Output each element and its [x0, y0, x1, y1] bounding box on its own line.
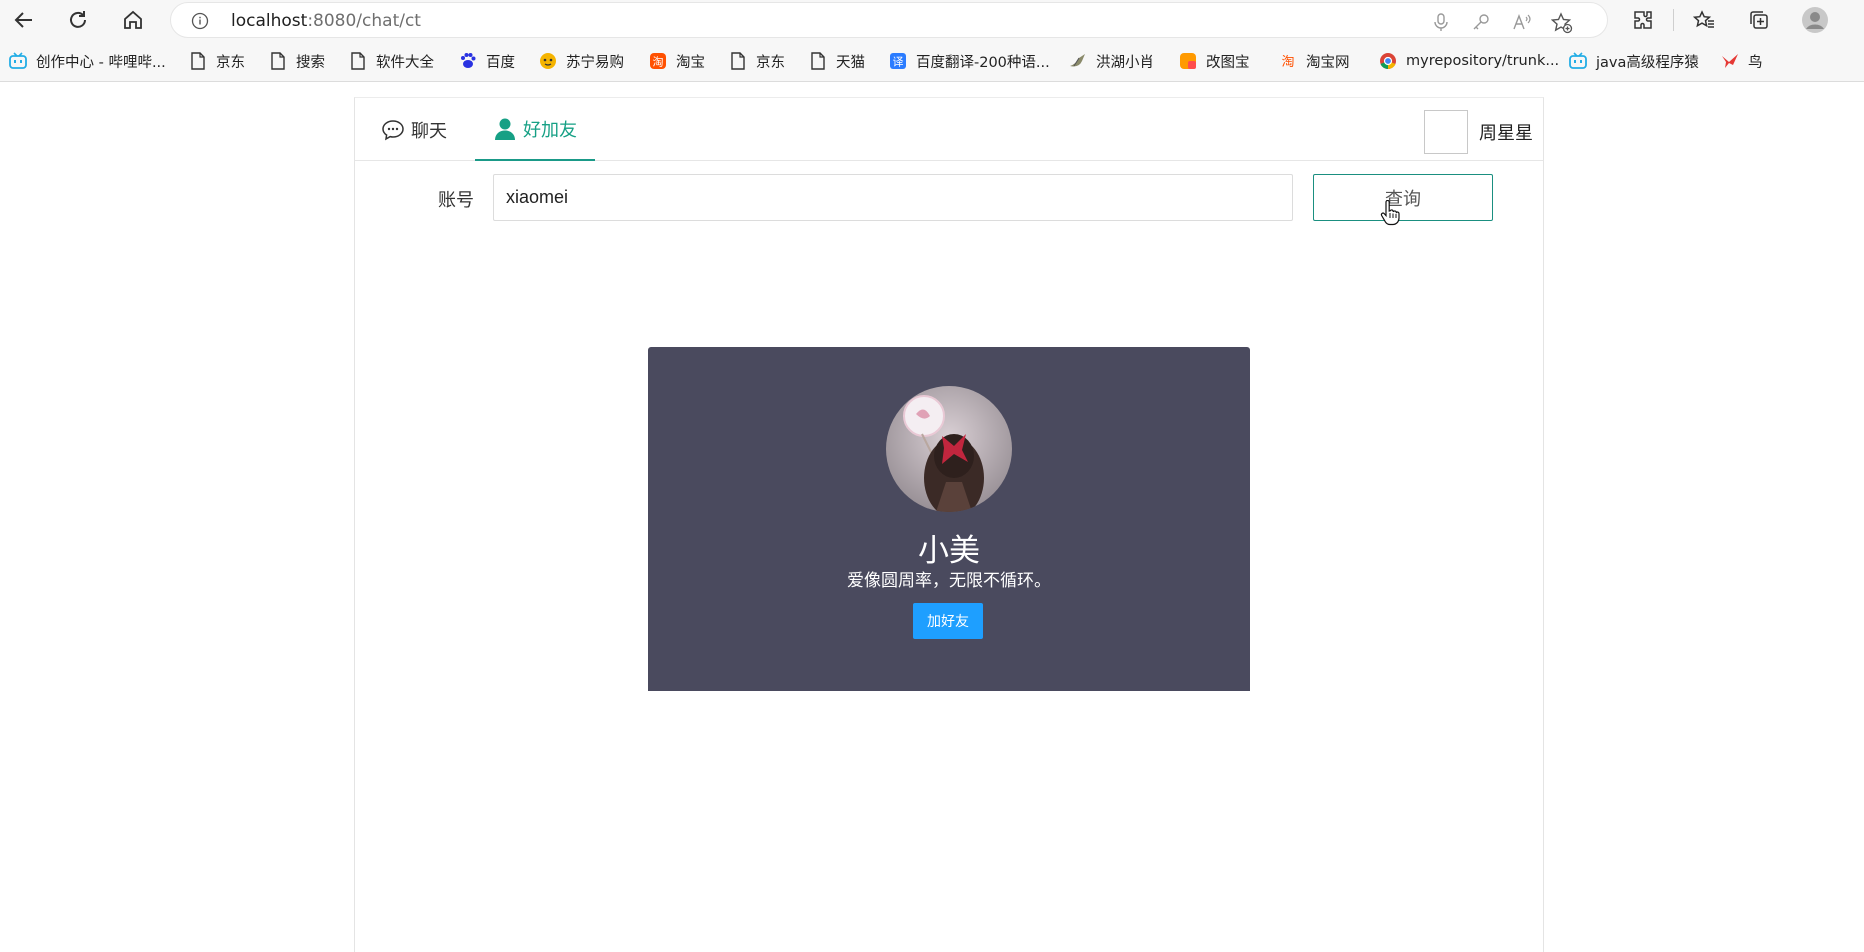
add-favorite-icon[interactable]: [1550, 12, 1573, 34]
chat-bubble-icon: [381, 118, 405, 142]
bookmarks-bar: 创作中心 - 哔哩哔... 京东 搜索 软件大全 百度 苏宁易购 淘 淘宝 京东…: [0, 40, 1864, 82]
refresh-icon[interactable]: [62, 4, 94, 36]
bookmark-label: 创作中心 - 哔哩哔...: [36, 54, 166, 71]
account-label: 账号: [438, 190, 474, 211]
bookmark-item[interactable]: 软件大全: [348, 50, 434, 72]
bookmark-item[interactable]: 京东: [728, 50, 785, 72]
bookmark-label: 淘宝: [676, 54, 705, 71]
bookmark-label: java高级程序猿: [1596, 54, 1699, 71]
bookmark-item[interactable]: 淘 淘宝网: [1278, 50, 1350, 72]
bird-red-icon: [1720, 51, 1740, 71]
key-icon[interactable]: [1471, 12, 1491, 32]
url-path: :8080/chat/ct: [307, 11, 421, 31]
user-icon: [493, 117, 517, 141]
url-host: localhost: [231, 11, 308, 31]
page-icon: [268, 51, 288, 71]
search-button[interactable]: 查询: [1313, 174, 1493, 221]
svg-text:淘: 淘: [1281, 55, 1294, 70]
bookmark-item[interactable]: 百度: [458, 50, 515, 72]
taobao-icon: 淘: [1278, 51, 1298, 71]
user-name: 周星星: [1479, 123, 1533, 144]
address-bar[interactable]: localhost:8080/chat/ct: [170, 2, 1608, 38]
result-name: 小美: [918, 533, 980, 569]
page-icon: [728, 51, 748, 71]
tab-add-friend-label: 好加友: [523, 119, 577, 141]
home-icon[interactable]: [117, 4, 149, 36]
bilibili-icon: [1568, 51, 1588, 71]
bookmark-item[interactable]: 洪湖小肖: [1068, 50, 1154, 72]
page-icon: [348, 51, 368, 71]
toolbar-divider: [1673, 9, 1674, 31]
profile-icon[interactable]: [1801, 6, 1829, 34]
account-input[interactable]: [493, 174, 1293, 221]
bird-icon: [1068, 51, 1088, 71]
bookmark-item[interactable]: 淘 淘宝: [648, 50, 705, 72]
bookmark-item[interactable]: 苏宁易购: [538, 50, 624, 72]
bookmark-item[interactable]: 改图宝: [1178, 50, 1250, 72]
collections-icon[interactable]: [1745, 6, 1773, 34]
bookmark-label: 改图宝: [1206, 54, 1250, 71]
bookmark-item[interactable]: 搜索: [268, 50, 325, 72]
bookmark-item[interactable]: 创作中心 - 哔哩哔...: [8, 50, 166, 72]
browser-toolbar: localhost:8080/chat/ct: [0, 0, 1864, 40]
translate-icon: 译: [888, 51, 908, 71]
read-aloud-icon[interactable]: [1511, 12, 1531, 32]
svg-text:淘: 淘: [653, 56, 664, 69]
microphone-icon[interactable]: [1431, 12, 1451, 32]
bookmark-item[interactable]: java高级程序猿: [1568, 50, 1699, 72]
chat-app: 聊天 好加友 周星星 账号 查询: [354, 97, 1544, 952]
suning-icon: [538, 51, 558, 71]
page-icon: [188, 51, 208, 71]
taobao-icon: 淘: [648, 51, 668, 71]
avatar[interactable]: [1424, 110, 1468, 154]
tab-bar: 聊天 好加友 周星星: [355, 98, 1543, 161]
bookmark-label: 百度: [486, 54, 515, 71]
bookmark-label: 鸟: [1748, 54, 1763, 71]
bookmark-label: 百度翻译-200种语...: [916, 54, 1050, 71]
gaitubao-icon: [1178, 51, 1198, 71]
tab-chat[interactable]: 聊天: [381, 98, 451, 161]
bookmark-label: 搜索: [296, 54, 325, 71]
bookmark-item[interactable]: 鸟: [1720, 50, 1763, 72]
back-icon[interactable]: [8, 4, 40, 36]
bookmark-label: myrepository/trunk...: [1406, 53, 1560, 69]
tab-add-friend[interactable]: 好加友: [475, 98, 595, 161]
current-user[interactable]: 周星星: [1424, 110, 1533, 154]
bookmark-label: 软件大全: [376, 54, 434, 71]
bookmark-label: 淘宝网: [1306, 54, 1350, 71]
bookmark-item[interactable]: 京东: [188, 50, 245, 72]
result-avatar: [886, 386, 1012, 512]
chrome-icon: [1378, 51, 1398, 71]
user-result-card: 小美 爱像圆周率，无限不循环。 加好友: [648, 347, 1250, 691]
url-text[interactable]: localhost:8080/chat/ct: [231, 11, 421, 31]
page-icon: [808, 51, 828, 71]
bookmark-label: 京东: [216, 54, 245, 71]
bookmark-item[interactable]: myrepository/trunk...: [1378, 50, 1559, 72]
site-info-icon[interactable]: [191, 12, 209, 30]
bookmark-label: 京东: [756, 54, 785, 71]
search-form: 账号 查询: [355, 174, 1543, 222]
bookmark-item[interactable]: 天猫: [808, 50, 865, 72]
hand-cursor-icon: [1379, 199, 1401, 226]
bookmark-item[interactable]: 译 百度翻译-200种语...: [888, 50, 1050, 72]
bookmark-label: 苏宁易购: [566, 54, 624, 71]
result-bio: 爱像圆周率，无限不循环。: [847, 571, 1051, 591]
svg-text:译: 译: [893, 56, 904, 69]
favorites-icon[interactable]: [1690, 6, 1718, 34]
add-friend-button[interactable]: 加好友: [913, 603, 983, 639]
tab-chat-label: 聊天: [411, 120, 447, 142]
bookmark-label: 天猫: [836, 54, 865, 71]
bilibili-icon: [8, 51, 28, 71]
baidu-icon: [458, 51, 478, 71]
bookmark-label: 洪湖小肖: [1096, 54, 1154, 71]
extensions-icon[interactable]: [1629, 6, 1657, 34]
